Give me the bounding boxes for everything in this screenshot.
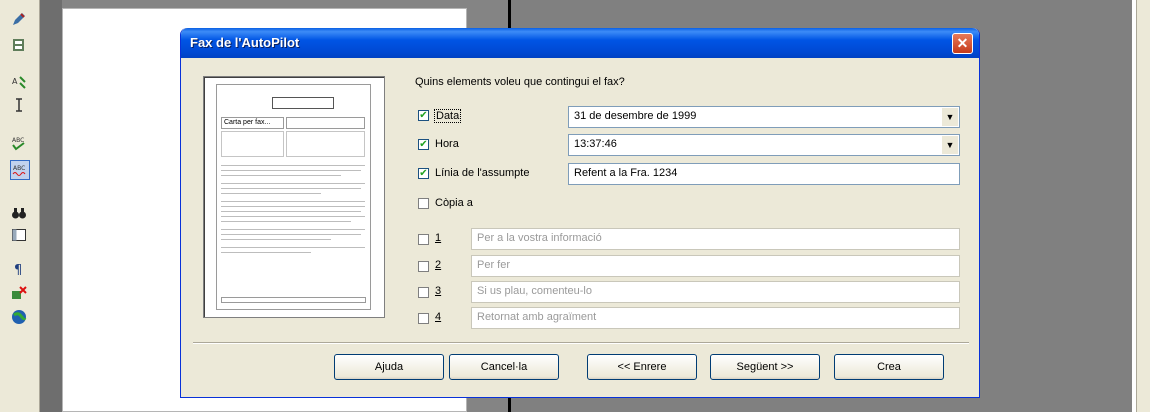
button-separator: [193, 342, 969, 344]
subject-label: Línia de l'assumpte: [435, 167, 530, 179]
svg-text:A: A: [12, 77, 18, 86]
subject-input[interactable]: Refent a la Fra. 1234: [568, 163, 960, 185]
svg-text:¶: ¶: [14, 263, 22, 277]
globe-icon[interactable]: [10, 308, 28, 326]
data-label: Data: [434, 109, 462, 123]
hora-label: Hora: [435, 138, 459, 150]
item-4-label: 4: [435, 311, 442, 323]
copy-to-checkbox[interactable]: [418, 198, 429, 209]
text-cursor-icon[interactable]: [10, 96, 28, 114]
pencil-icon[interactable]: [10, 10, 28, 28]
item-3-checkbox[interactable]: [418, 287, 429, 298]
item-3-input[interactable]: Si us plau, comenteu-lo: [471, 281, 960, 303]
item-1-checkbox[interactable]: [418, 234, 429, 245]
autospellcheck-icon[interactable]: ABC: [10, 160, 30, 180]
gallery-icon[interactable]: [10, 36, 28, 54]
close-icon: ✕: [956, 35, 969, 51]
item-2-input[interactable]: Per fer: [471, 255, 960, 277]
item-3-label: 3: [435, 285, 442, 297]
fax-preview: Carta per fax...: [203, 76, 385, 318]
navigator-icon[interactable]: [10, 226, 28, 244]
hora-checkbox[interactable]: ✔: [418, 139, 429, 150]
preview-box: [286, 131, 365, 157]
back-button[interactable]: << Enrere: [587, 354, 697, 380]
data-checkbox[interactable]: ✔: [418, 110, 429, 121]
preview-box: [286, 117, 365, 129]
dialog-title: Fax de l'AutoPilot: [190, 35, 300, 50]
document-margin: [40, 0, 62, 412]
dialog-titlebar[interactable]: Fax de l'AutoPilot ✕: [181, 28, 979, 58]
close-button[interactable]: ✕: [952, 33, 973, 54]
preview-box: [221, 131, 284, 157]
preview-footer: [221, 297, 366, 303]
item-2-label: 2: [435, 259, 442, 271]
create-button[interactable]: Crea: [834, 354, 944, 380]
fax-preview-page: Carta per fax...: [216, 84, 371, 310]
item-4-checkbox[interactable]: [418, 313, 429, 324]
item-1-input[interactable]: Per a la vostra informació: [471, 228, 960, 250]
left-toolbar: A ABC ABC ¶: [0, 0, 40, 412]
question-label: Quins elements voleu que contingui el fa…: [415, 76, 625, 88]
next-button[interactable]: Següent >>: [710, 354, 820, 380]
right-scrollbar[interactable]: [1136, 0, 1150, 412]
preview-header-box: [272, 97, 334, 109]
item-2-checkbox[interactable]: [418, 261, 429, 272]
fax-autopilot-dialog: Fax de l'AutoPilot ✕ Carta per fax... Qu…: [180, 28, 980, 398]
delete-icon[interactable]: [10, 284, 28, 302]
copy-to-label: Còpia a: [435, 197, 473, 209]
hora-value: 13:37:46: [574, 138, 617, 150]
hora-combobox[interactable]: 13:37:46 ▼: [568, 134, 960, 156]
chevron-down-icon[interactable]: ▼: [942, 136, 958, 154]
subject-checkbox[interactable]: ✔: [418, 168, 429, 179]
autospell-icon[interactable]: A: [10, 74, 28, 92]
svg-text:ABC: ABC: [13, 165, 25, 172]
chevron-down-icon[interactable]: ▼: [942, 108, 958, 126]
spellcheck-icon[interactable]: ABC: [10, 134, 28, 152]
data-combobox[interactable]: 31 de desembre de 1999 ▼: [568, 106, 960, 128]
item-4-input[interactable]: Retornat amb agraïment: [471, 307, 960, 329]
cancel-button[interactable]: Cancel·la: [449, 354, 559, 380]
preview-title: Carta per fax...: [221, 117, 284, 129]
data-value: 31 de desembre de 1999: [574, 110, 697, 122]
help-button[interactable]: Ajuda: [334, 354, 444, 380]
paragraph-icon[interactable]: ¶: [10, 260, 28, 278]
binoculars-icon[interactable]: [10, 204, 28, 222]
item-1-label: 1: [435, 232, 442, 244]
